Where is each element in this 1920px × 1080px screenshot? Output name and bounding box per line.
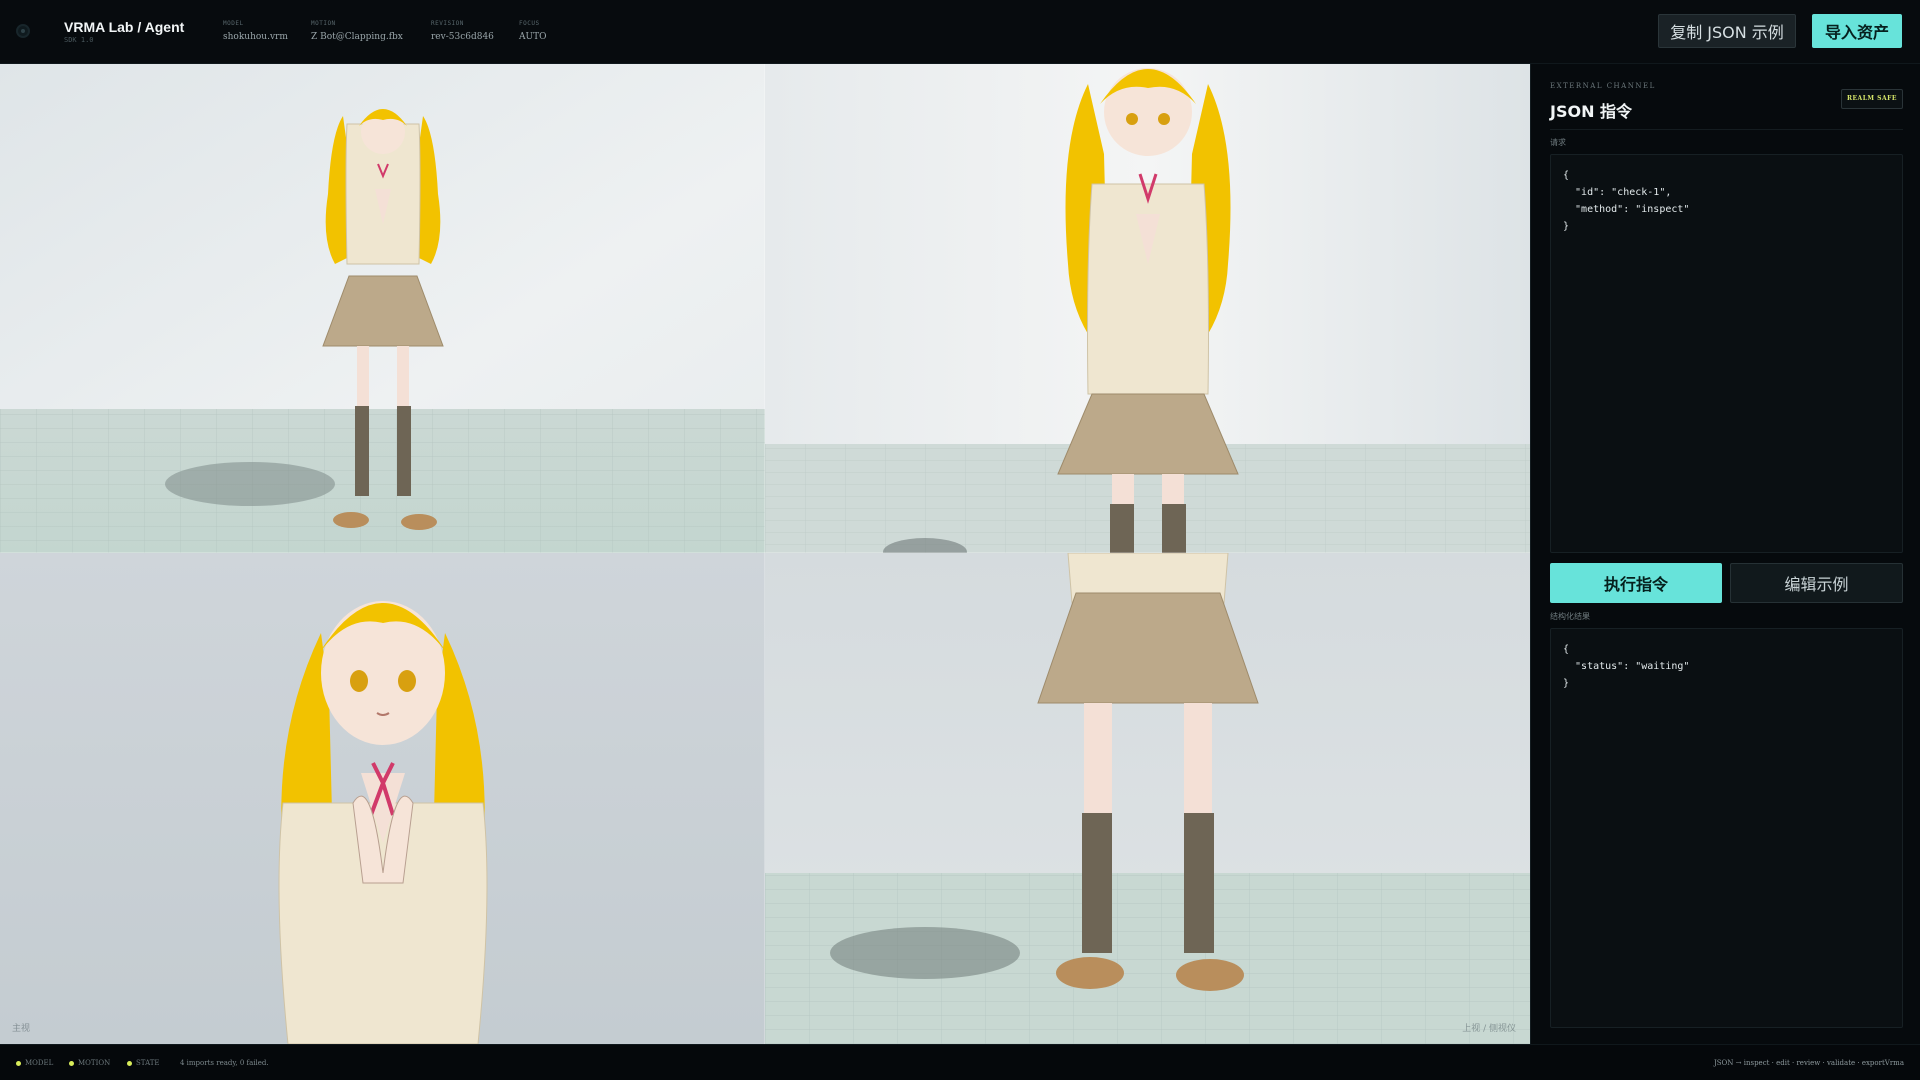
meta-focus-key: FOCUS [519, 20, 540, 27]
panel-title: JSON 指令 [1550, 102, 1633, 121]
viewport-label-main: 主视 [12, 1024, 31, 1034]
meta-revision-value: rev-53c6d846 [431, 32, 494, 42]
import-assets-button[interactable]: 导入资产 [1812, 14, 1902, 48]
viewport-lower-body-render [765, 553, 1530, 1044]
result-label: 结构化结果 [1550, 612, 1590, 621]
viewport-divider-vertical [764, 64, 765, 1044]
viewport-face-close-render [0, 553, 765, 1044]
run-command-button[interactable]: 执行指令 [1550, 563, 1722, 603]
meta-focus: FOCUS AUTO [519, 20, 546, 42]
logo-icon [16, 24, 30, 38]
request-label: 请求 [1550, 138, 1566, 147]
status-model-label: MODEL [25, 1059, 54, 1067]
status-dot-icon [16, 1060, 21, 1066]
meta-model-key: MODEL [223, 20, 244, 27]
edit-example-button[interactable]: 编辑示例 [1730, 563, 1903, 603]
viewport-upper-close-render [765, 64, 1530, 553]
external-channel-label: EXTERNAL CHANNEL [1550, 82, 1656, 90]
status-motion: MOTION [69, 1059, 110, 1067]
panel-divider [1550, 129, 1903, 130]
meta-model-value: shokuhou.vrm [223, 32, 288, 42]
viewport-face-close[interactable]: 主视 [0, 553, 765, 1044]
status-state-label: STATE [136, 1059, 160, 1067]
meta-motion-value: Z Bot@Clapping.fbx [311, 32, 403, 42]
meta-focus-value: AUTO [519, 32, 547, 42]
status-dot-icon [127, 1060, 132, 1066]
character-model [278, 601, 488, 1044]
meta-revision-key: REVISION [431, 20, 464, 27]
realm-safe-badge: REALM SAFE [1841, 89, 1903, 109]
request-editor[interactable]: { "id": "check-1", "method": "inspect" } [1550, 154, 1903, 553]
status-message: 4 imports ready, 0 failed. [180, 1059, 269, 1067]
viewport-grid[interactable]: 主视 上视 / 侧视仪 [0, 64, 1530, 1044]
status-dot-icon [69, 1060, 74, 1066]
status-state: STATE [127, 1059, 160, 1067]
viewport-front-full[interactable] [0, 64, 765, 553]
viewport-divider-horizontal [0, 552, 1530, 553]
meta-model: MODEL shokuhou.vrm [223, 20, 288, 42]
result-output: { "status": "waiting" } [1550, 628, 1903, 1028]
json-command-panel: EXTERNAL CHANNEL JSON 指令 REALM SAFE 请求 {… [1530, 64, 1920, 1044]
viewport-front-full-render [0, 64, 765, 553]
status-motion-label: MOTION [78, 1059, 111, 1067]
viewport-upper-close[interactable] [765, 64, 1530, 553]
top-bar: VRMA Lab / Agent SDK 1.0 MODEL shokuhou.… [0, 0, 1920, 64]
viewport-lower-body[interactable]: 上视 / 侧视仪 [765, 553, 1530, 1044]
meta-motion-key: MOTION [311, 20, 336, 27]
sdk-version: SDK 1.0 [64, 36, 94, 44]
status-model: MODEL [16, 1059, 53, 1067]
meta-motion: MOTION Z Bot@Clapping.fbx [311, 20, 403, 42]
app-title: VRMA Lab / Agent [64, 19, 185, 35]
viewport-label-side: 上视 / 侧视仪 [1462, 1024, 1516, 1034]
pipeline-summary: JSON → inspect · edit · review · validat… [1713, 1059, 1904, 1067]
status-bar: MODEL MOTION STATE 4 imports ready, 0 fa… [0, 1044, 1920, 1080]
copy-json-example-button[interactable]: 复制 JSON 示例 [1658, 14, 1796, 48]
meta-revision: REVISION rev-53c6d846 [431, 20, 494, 42]
